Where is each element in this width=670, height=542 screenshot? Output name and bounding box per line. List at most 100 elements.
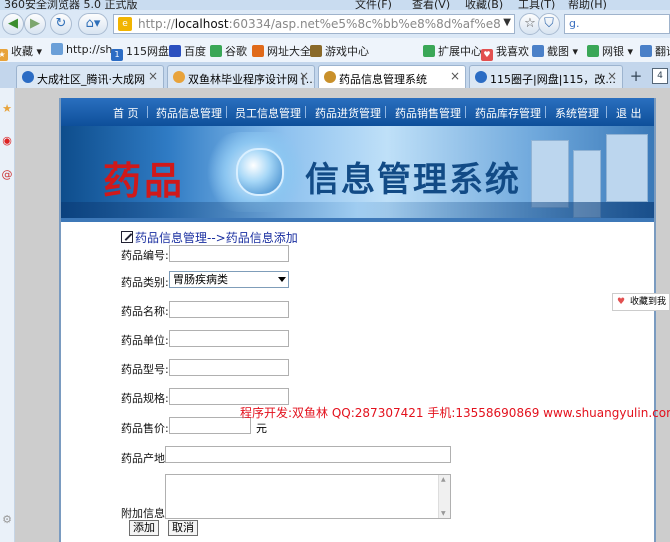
bank-icon bbox=[587, 45, 599, 57]
screenshot-tool[interactable]: 截图 ▾ bbox=[532, 43, 578, 59]
breadcrumb: 药品信息管理-->药品信息添加 bbox=[121, 229, 298, 246]
menu-drug-sales[interactable]: 药品销售管理 bbox=[395, 105, 461, 121]
page-icon bbox=[51, 43, 63, 55]
at-icon[interactable]: @ bbox=[1, 168, 13, 182]
drug-model-input[interactable] bbox=[169, 359, 289, 376]
menu-file[interactable]: 文件(F) bbox=[355, 0, 392, 10]
menu-drug-stock[interactable]: 药品库存管理 bbox=[475, 105, 541, 121]
star-icon[interactable]: ★ bbox=[1, 102, 13, 116]
close-icon[interactable]: × bbox=[450, 69, 460, 83]
extension-center[interactable]: 扩展中心 bbox=[423, 43, 482, 59]
drug-category-select[interactable]: 胃肠疾病类 bbox=[169, 271, 289, 288]
globe-icon bbox=[252, 45, 264, 57]
collect-button[interactable]: ♥ 收藏到我 bbox=[612, 293, 670, 311]
search-engine-icon[interactable]: g. bbox=[569, 17, 579, 30]
tab-drug-system[interactable]: 药品信息管理系统 × bbox=[318, 65, 466, 89]
banner-orb-logo bbox=[236, 148, 284, 196]
refresh-icon[interactable]: ↻ bbox=[50, 13, 72, 35]
page-viewport: 首 页 药品信息管理 员工信息管理 药品进货管理 药品销售管理 药品库存管理 系… bbox=[15, 88, 670, 542]
heart-icon: ♥ bbox=[617, 297, 626, 307]
site-favicon-icon bbox=[324, 71, 336, 83]
drug-price-input[interactable] bbox=[169, 417, 251, 434]
weibo-icon[interactable]: ◉ bbox=[1, 134, 13, 148]
cancel-button[interactable]: 取消 bbox=[168, 520, 198, 536]
translate-icon bbox=[640, 45, 652, 57]
heart-icon: ♥ bbox=[481, 49, 493, 61]
online-banking[interactable]: 网银 ▾ bbox=[587, 43, 633, 59]
my-likes[interactable]: ♥ 我喜欢 bbox=[481, 43, 529, 61]
site-favicon-icon bbox=[22, 71, 34, 83]
tab-dacheng[interactable]: 大成社区_腾讯·大成网 × bbox=[16, 65, 164, 88]
puzzle-icon bbox=[423, 45, 435, 57]
banner-title-red: 药品 bbox=[103, 158, 186, 203]
close-icon[interactable]: × bbox=[148, 69, 158, 83]
tab-115-circle[interactable]: 115圈子|网盘|115，改... × bbox=[469, 65, 623, 88]
menu-drug-info[interactable]: 药品信息管理 bbox=[156, 105, 222, 121]
address-bar[interactable]: e http://localhost:60334/asp.net%e5%8c%b… bbox=[113, 14, 515, 34]
scissors-icon bbox=[532, 45, 544, 57]
close-icon[interactable]: × bbox=[607, 69, 617, 83]
address-toolbar: ◀ ▶ ↻ ⌂▾ e http://localhost:60334/asp.ne… bbox=[0, 10, 670, 38]
translate-tool[interactable]: 翻译 bbox=[640, 43, 670, 59]
extra-info-textarea[interactable] bbox=[165, 474, 451, 519]
drug-model-label: 药品型号: bbox=[121, 363, 169, 376]
drug-unit-input[interactable] bbox=[169, 330, 289, 347]
favorite-game-center[interactable]: 游戏中心 bbox=[310, 43, 369, 59]
price-unit: 元 bbox=[256, 422, 267, 435]
drug-origin-label: 药品产地: bbox=[121, 452, 169, 465]
favorite-baidu[interactable]: 百度 bbox=[169, 43, 206, 59]
drug-origin-input[interactable] bbox=[165, 446, 451, 463]
site-favicon-icon bbox=[173, 71, 185, 83]
shield-icon[interactable]: ⛉ bbox=[538, 13, 560, 35]
drug-unit-label: 药品单位: bbox=[121, 334, 169, 347]
menu-drug-purchase[interactable]: 药品进货管理 bbox=[315, 105, 381, 121]
gear-icon[interactable]: ⚙ bbox=[1, 513, 13, 527]
menu-staff-info[interactable]: 员工信息管理 bbox=[235, 105, 301, 121]
close-icon[interactable]: × bbox=[299, 69, 309, 83]
drug-spec-input[interactable] bbox=[169, 388, 289, 405]
menu-view[interactable]: 查看(V) bbox=[412, 0, 450, 10]
site-favicon-icon bbox=[475, 71, 487, 83]
new-tab-button[interactable]: + bbox=[626, 67, 646, 86]
115-icon: 1 bbox=[111, 49, 123, 61]
site-security-icon[interactable]: e bbox=[118, 17, 132, 31]
tab-shuangyulin[interactable]: 双鱼林毕业程序设计网 [... × bbox=[167, 65, 315, 88]
drug-code-label: 药品编号: bbox=[121, 249, 169, 262]
tab-strip: 大成社区_腾讯·大成网 × 双鱼林毕业程序设计网 [... × 药品信息管理系统… bbox=[0, 62, 670, 89]
site-banner: 药品 信息管理系统 bbox=[61, 126, 654, 218]
favorite-google[interactable]: 谷歌 bbox=[210, 43, 247, 59]
drug-name-label: 药品名称: bbox=[121, 305, 169, 318]
tab-count-badge[interactable]: 4 bbox=[652, 68, 668, 84]
developer-watermark: 程序开发:双鱼林 QQ:287307421 手机:13558690869 www… bbox=[240, 406, 670, 420]
menu-help[interactable]: 帮助(H) bbox=[568, 0, 607, 10]
browser-sidebar: ★ ◉ @ ⚙ bbox=[0, 88, 15, 542]
menu-favorites[interactable]: 收藏(B) bbox=[465, 0, 503, 10]
menu-home[interactable]: 首 页 bbox=[113, 105, 139, 121]
chevron-down-icon[interactable]: ▼ bbox=[503, 17, 511, 28]
textarea-scrollbar[interactable] bbox=[438, 475, 450, 518]
edit-icon bbox=[121, 231, 133, 243]
google-icon bbox=[210, 45, 222, 57]
extra-info-label: 附加信息: bbox=[121, 507, 169, 520]
menu-logout[interactable]: 退 出 bbox=[616, 105, 642, 121]
drug-name-input[interactable] bbox=[169, 301, 289, 318]
search-input[interactable]: g. bbox=[564, 14, 670, 34]
favorite-url-directory[interactable]: 网址大全 bbox=[252, 43, 311, 59]
favorites-menu[interactable]: ★ 收藏 ▾ bbox=[0, 43, 42, 61]
favorite-115[interactable]: 1 115网盘 bbox=[111, 43, 169, 61]
menu-system[interactable]: 系统管理 bbox=[555, 105, 599, 121]
drug-code-input[interactable] bbox=[169, 245, 289, 262]
site-menu-bar: 首 页 药品信息管理 员工信息管理 药品进货管理 药品销售管理 药品库存管理 系… bbox=[61, 98, 654, 126]
browser-title-bar: 360安全浏览器 5.0 正式版 文件(F) 查看(V) 收藏(B) 工具(T)… bbox=[0, 0, 670, 10]
forward-arrow-icon[interactable]: ▶ bbox=[24, 13, 46, 35]
chevron-down-icon[interactable] bbox=[278, 277, 286, 282]
drug-price-label: 药品售价: bbox=[121, 422, 169, 435]
back-arrow-icon[interactable]: ◀ bbox=[2, 13, 24, 35]
add-button[interactable]: 添加 bbox=[129, 520, 159, 536]
banner-title-blue: 信息管理系统 bbox=[305, 160, 521, 200]
menu-tools[interactable]: 工具(T) bbox=[518, 0, 555, 10]
favorite-http-sh[interactable]: http://sh bbox=[51, 43, 112, 56]
drug-category-label: 药品类别: bbox=[121, 276, 169, 289]
address-url[interactable]: http://localhost:60334/asp.net%e5%8c%bb%… bbox=[138, 17, 500, 31]
home-icon[interactable]: ⌂▾ bbox=[78, 13, 108, 35]
